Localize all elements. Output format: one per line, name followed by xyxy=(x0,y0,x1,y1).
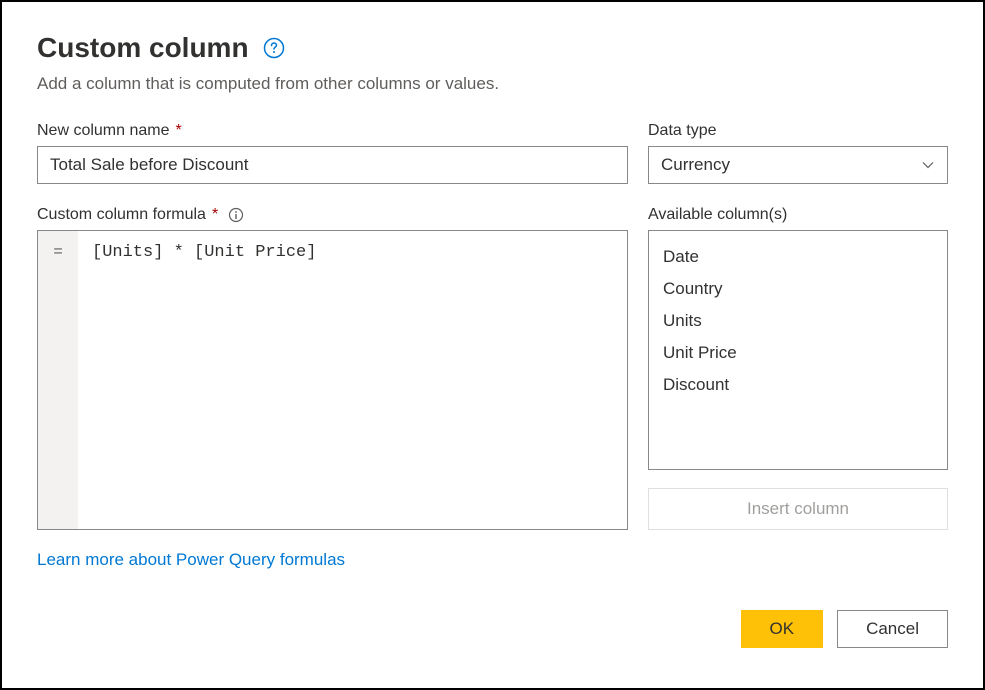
help-icon[interactable] xyxy=(263,37,285,59)
ok-button[interactable]: OK xyxy=(741,610,824,648)
column-item-date[interactable]: Date xyxy=(663,241,933,273)
formula-text[interactable]: [Units] * [Unit Price] xyxy=(78,231,627,529)
formula-editor[interactable]: = [Units] * [Unit Price] xyxy=(37,230,628,530)
insert-column-button[interactable]: Insert column xyxy=(648,488,948,530)
data-type-value: Currency xyxy=(661,155,730,175)
data-type-label: Data type xyxy=(648,122,948,140)
available-columns-list: Date Country Units Unit Price Discount xyxy=(648,230,948,470)
column-item-unit-price[interactable]: Unit Price xyxy=(663,337,933,369)
dialog-subtitle: Add a column that is computed from other… xyxy=(37,74,948,94)
required-marker: * xyxy=(176,122,182,140)
data-type-select[interactable]: Currency xyxy=(648,146,948,184)
new-column-name-input[interactable] xyxy=(37,146,628,184)
dialog-title: Custom column xyxy=(37,32,249,64)
info-icon[interactable] xyxy=(228,207,244,223)
new-column-name-label-text: New column name xyxy=(37,122,170,140)
new-column-name-label: New column name * xyxy=(37,122,628,140)
column-item-discount[interactable]: Discount xyxy=(663,369,933,401)
required-marker: * xyxy=(212,206,218,224)
formula-gutter: = xyxy=(38,231,78,529)
formula-label: Custom column formula * xyxy=(37,206,628,224)
available-columns-label: Available column(s) xyxy=(648,206,948,224)
chevron-down-icon xyxy=(921,158,935,172)
learn-more-link[interactable]: Learn more about Power Query formulas xyxy=(37,550,345,570)
cancel-button[interactable]: Cancel xyxy=(837,610,948,648)
formula-label-text: Custom column formula xyxy=(37,206,206,224)
column-item-units[interactable]: Units xyxy=(663,305,933,337)
column-item-country[interactable]: Country xyxy=(663,273,933,305)
